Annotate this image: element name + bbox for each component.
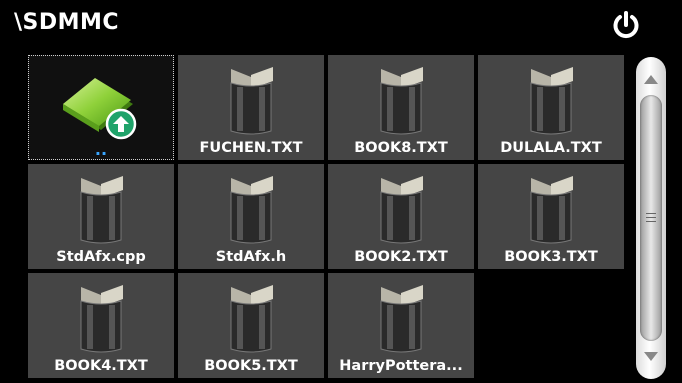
file-tile[interactable]: BOOK8.TXT [328, 55, 474, 160]
scrollbar-thumb[interactable] [640, 95, 662, 341]
power-icon[interactable] [611, 10, 641, 40]
file-tile[interactable]: BOOK5.TXT [178, 273, 324, 378]
file-label: BOOK8.TXT [354, 140, 448, 156]
scroll-down-arrow-icon[interactable] [644, 352, 658, 361]
book-icon [80, 285, 123, 353]
file-grid: .. FUCHEN.TXT BOOK8.TXT DULALA.TXT StdAf… [28, 55, 626, 383]
book-icon [230, 67, 273, 135]
file-tile[interactable]: HarryPottera... [328, 273, 474, 378]
book-icon [530, 176, 573, 244]
file-label: HarryPottera... [339, 358, 463, 374]
file-tile[interactable]: StdAfx.cpp [28, 164, 174, 269]
grip-line [646, 221, 656, 222]
file-label: BOOK5.TXT [204, 358, 298, 374]
file-label: BOOK2.TXT [354, 249, 448, 265]
book-icon [380, 176, 423, 244]
file-label: StdAfx.h [215, 249, 287, 265]
file-tile[interactable]: BOOK3.TXT [478, 164, 624, 269]
file-label: FUCHEN.TXT [199, 140, 303, 156]
book-icon [230, 285, 273, 353]
folder-up-icon [63, 78, 137, 140]
file-tile[interactable]: BOOK2.TXT [328, 164, 474, 269]
file-label: .. [94, 140, 108, 159]
grip-line [646, 217, 656, 218]
file-label: StdAfx.cpp [56, 249, 146, 265]
vertical-scrollbar[interactable] [636, 57, 666, 379]
file-label: BOOK3.TXT [504, 249, 598, 265]
book-icon [230, 176, 273, 244]
file-tile[interactable]: DULALA.TXT [478, 55, 624, 160]
book-icon [380, 285, 423, 353]
current-path: \SDMMC [14, 10, 120, 35]
book-icon [80, 176, 123, 244]
scroll-up-arrow-icon[interactable] [644, 75, 658, 84]
grip-line [646, 213, 656, 214]
file-tile[interactable]: FUCHEN.TXT [178, 55, 324, 160]
file-browser-screen: \SDMMC .. FUCHEN.TXT BOOK8.TXT DULALA.TX… [0, 0, 682, 383]
file-tile[interactable]: BOOK4.TXT [28, 273, 174, 378]
file-label: BOOK4.TXT [54, 358, 148, 374]
book-icon [530, 67, 573, 135]
title-bar: \SDMMC [0, 0, 682, 50]
book-icon [380, 67, 423, 135]
file-label: DULALA.TXT [500, 140, 602, 156]
file-tile[interactable]: StdAfx.h [178, 164, 324, 269]
file-tile-parent[interactable]: .. [28, 55, 174, 160]
